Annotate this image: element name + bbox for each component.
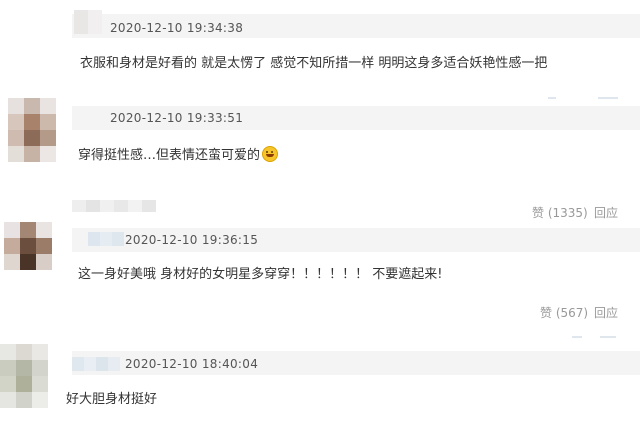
blurred-username[interactable]	[74, 10, 102, 34]
comment-divider	[572, 336, 582, 338]
comment-text: 这一身好美哦 身材好的女明星多穿穿！！！！！！ 不要遮起来!	[78, 267, 443, 282]
comment-divider	[598, 97, 618, 99]
reply-button[interactable]: 回应	[594, 305, 618, 321]
comment-timestamp: 2020-12-10 19:34:38	[110, 21, 244, 35]
comment-timestamp: 2020-12-10 19:36:15	[125, 233, 259, 247]
like-button[interactable]: 赞 (567)	[540, 305, 588, 321]
grinning-face-icon	[262, 146, 279, 162]
comment-text: 穿得挺性感…但表情还蛮可爱的	[78, 146, 279, 165]
blurred-username[interactable]	[72, 200, 156, 212]
avatar[interactable]	[4, 222, 52, 270]
blurred-username[interactable]	[72, 357, 120, 371]
comment-timestamp: 2020-12-10 18:40:04	[125, 357, 259, 371]
comment-text-content: 穿得挺性感…但表情还蛮可爱的	[78, 148, 261, 163]
reply-button[interactable]: 回应	[594, 205, 618, 221]
blurred-username[interactable]	[88, 232, 124, 246]
comment-text: 好大胆身材挺好	[66, 392, 158, 407]
avatar[interactable]	[8, 98, 56, 162]
comment-divider	[600, 336, 616, 338]
comment-timestamp: 2020-12-10 19:33:51	[110, 111, 244, 125]
comment-text: 衣服和身材是好看的 就是太愣了 感觉不知所措一样 明明这身多适合妖艳性感一把	[80, 56, 548, 71]
avatar[interactable]	[0, 344, 48, 408]
comment-divider	[548, 97, 556, 99]
like-button[interactable]: 赞 (1335)	[532, 205, 588, 221]
